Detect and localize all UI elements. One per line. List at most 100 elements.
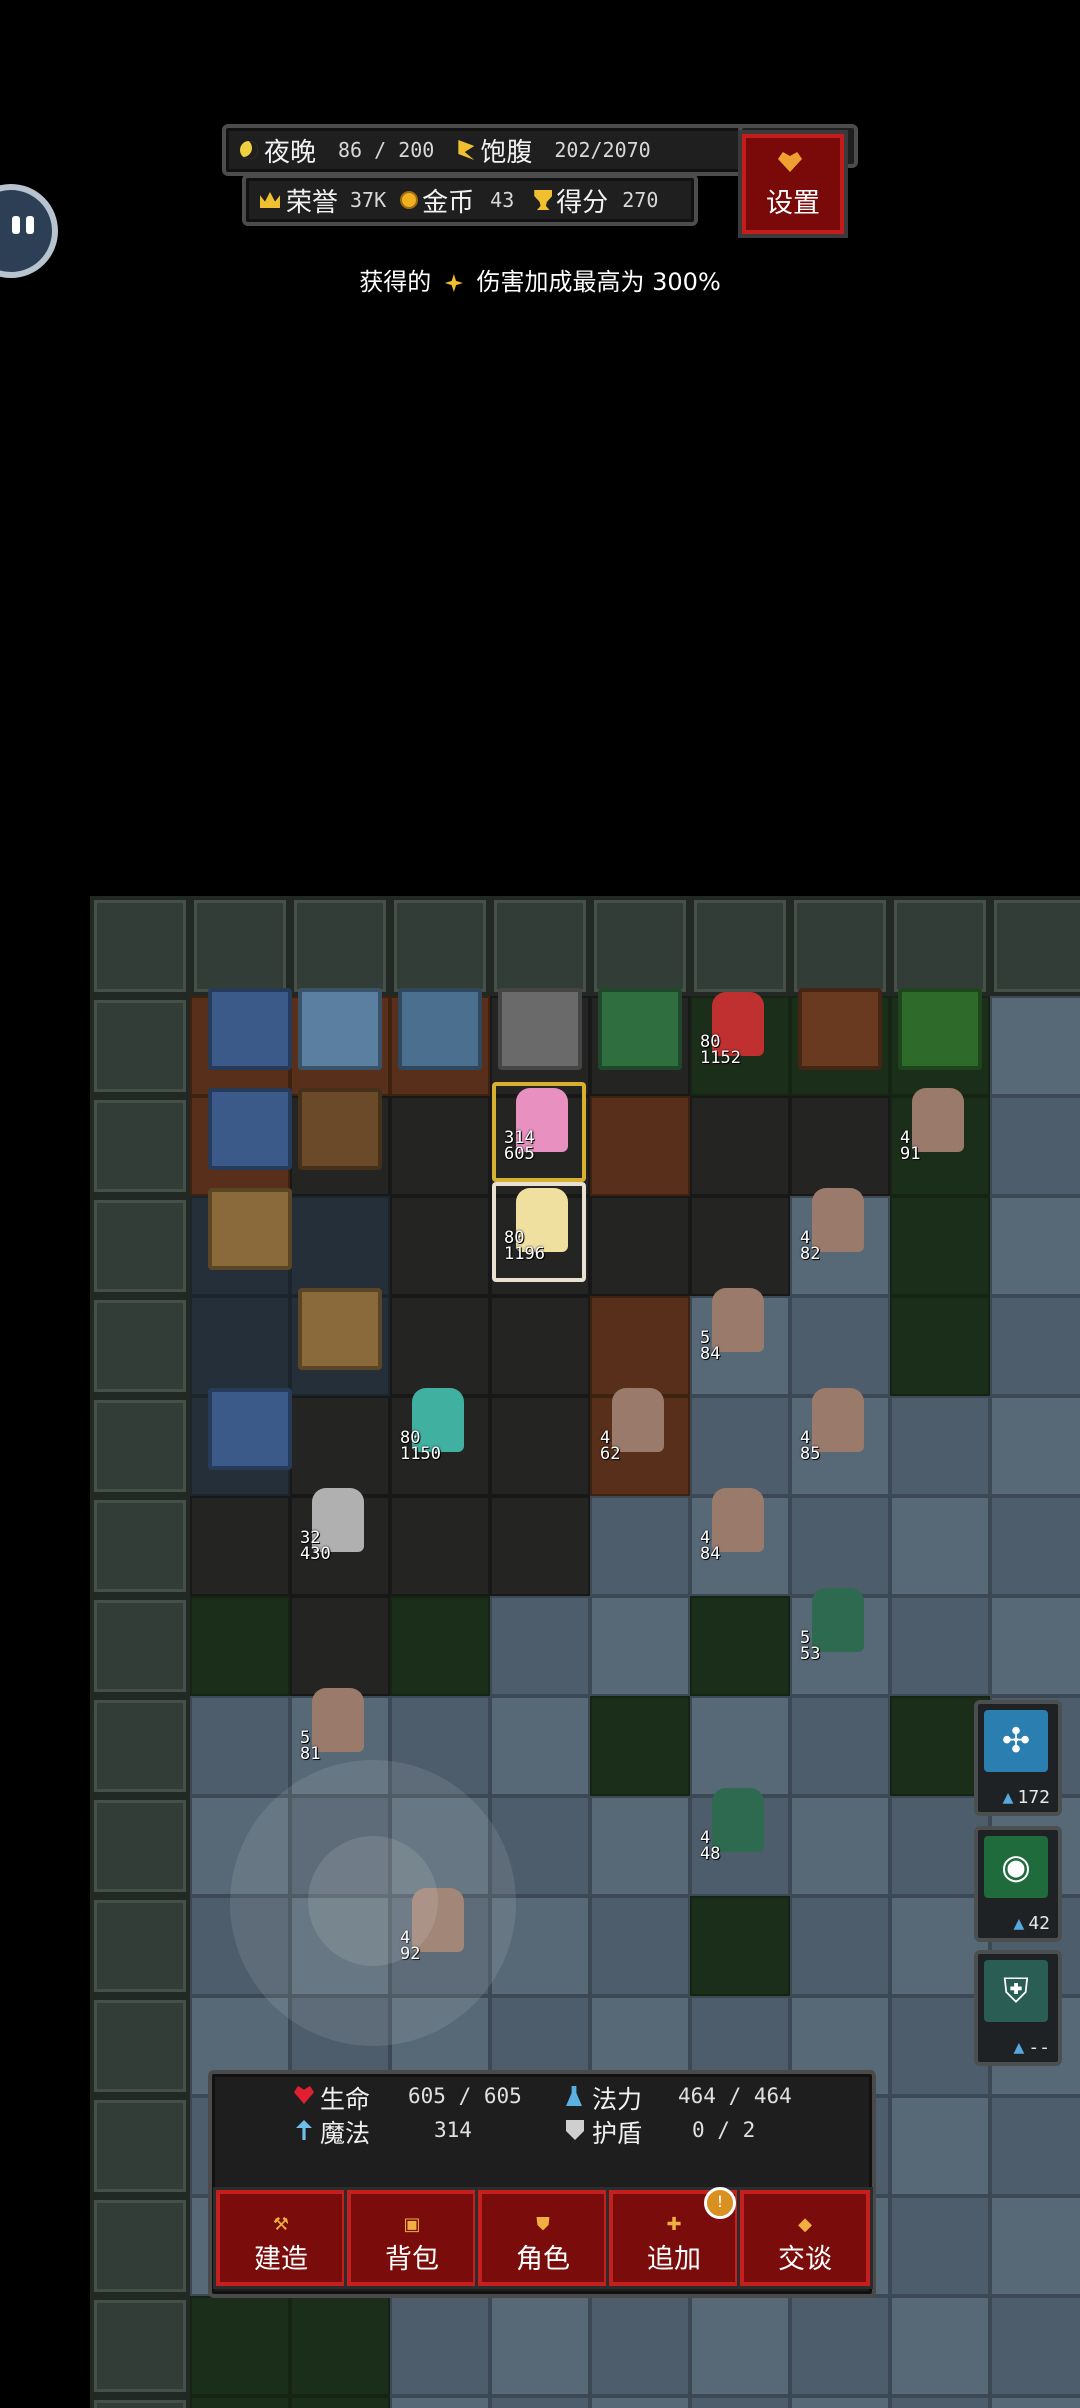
eye-statue[interactable] [208, 1188, 292, 1270]
chest-building[interactable] [298, 1088, 382, 1170]
skeleton-knight-5[interactable]: 4 85 [798, 1384, 878, 1474]
unit-stats: 4 84 [700, 1530, 720, 1563]
unit-health: 81 [300, 1744, 321, 1764]
gold-label: 金币 [422, 187, 475, 218]
map-tile-grass [190, 2296, 290, 2396]
map-tile-wall [290, 896, 390, 996]
skill-shield-button[interactable]: ⛨ ▲ -- [974, 1950, 1062, 2066]
map-tile-wall [390, 896, 490, 996]
pink-mage-hero[interactable]: 314 605 [502, 1084, 582, 1174]
character-label: 角色 [516, 2244, 570, 2275]
map-tile-stone [590, 1496, 690, 1596]
map-tile-wall [90, 1596, 190, 1696]
map-tile-wall [90, 1496, 190, 1596]
score-value: 270 [622, 188, 659, 212]
map-tile-stone [890, 2196, 990, 2296]
map-tile-stone [490, 1596, 590, 1696]
house-building-3[interactable] [208, 1388, 292, 1470]
map-tile-wall [90, 2096, 190, 2196]
map-tile-stone [390, 2296, 490, 2396]
plus-icon: ✚ [666, 2214, 682, 2235]
settings-button[interactable]: 设置 [742, 134, 844, 234]
map-tile-grass [690, 1896, 790, 1996]
eye-statue-2[interactable] [298, 1288, 382, 1370]
unit-stats: 4 91 [900, 1130, 920, 1163]
mp-value: 464 / 464 [678, 2084, 792, 2108]
map-tile-floor [190, 1496, 290, 1596]
teal-hair-ally[interactable]: 80 1150 [398, 1384, 478, 1474]
map-tile-wall [90, 1196, 190, 1296]
map-tile-floor [490, 1396, 590, 1496]
old-sage-ally[interactable]: 32 430 [298, 1484, 378, 1574]
virtual-joystick[interactable] [230, 1760, 516, 2046]
machine-building[interactable] [398, 988, 482, 1070]
map-tile-stone2 [590, 1796, 690, 1896]
map-tile-stone [790, 2296, 890, 2396]
map-tile-wall [90, 896, 190, 996]
map-tile-grass [890, 1196, 990, 1296]
character-button[interactable]: ⛊ 角色 [478, 2190, 608, 2286]
skeleton-knight-3[interactable]: 5 84 [698, 1284, 778, 1374]
map-tile-stone2 [490, 1696, 590, 1796]
crown-icon [260, 192, 280, 208]
skill-count: 172 [1017, 1787, 1050, 1808]
skeleton-knight-2[interactable]: 4 82 [798, 1184, 878, 1274]
map-tile-wall [490, 896, 590, 996]
unit-stats: 314 605 [504, 1130, 535, 1164]
score-label: 得分 [556, 187, 609, 218]
map-tile-stone2 [990, 1196, 1080, 1296]
fountain-building[interactable] [598, 988, 682, 1070]
wheat-icon [458, 140, 475, 160]
joystick-knob[interactable] [308, 1836, 438, 1966]
house-building[interactable] [208, 988, 292, 1070]
unit-health: 605 [504, 1144, 535, 1164]
map-tile-floor [690, 1196, 790, 1296]
angel-ally[interactable]: 80 1196 [502, 1184, 582, 1274]
red-hood-girl[interactable]: 80 1152 [698, 988, 778, 1078]
settings-label: 设置 [766, 188, 820, 219]
talk-button[interactable]: ◆ 交谈 [740, 2190, 870, 2286]
hp-value: 605 / 605 [408, 2084, 522, 2108]
zombie-1[interactable]: 5 53 [798, 1584, 878, 1674]
unit-health: 1196 [504, 1244, 545, 1264]
bag-label: 背包 [385, 2244, 439, 2275]
forge-building[interactable] [498, 988, 582, 1070]
map-tile-floor [390, 1096, 490, 1196]
unit-health: 430 [300, 1544, 331, 1564]
full-label: 饱腹 [480, 137, 533, 168]
unit-stats: 80 1196 [504, 1230, 545, 1264]
tower-building[interactable] [298, 988, 382, 1070]
map-tile-floor [590, 1196, 690, 1296]
map-tile-grass [890, 1296, 990, 1396]
zombie-2[interactable]: 4 48 [698, 1784, 778, 1874]
add-label: 追加 [647, 2244, 701, 2275]
unit-health: 1152 [700, 1048, 741, 1068]
notice-board[interactable] [798, 988, 882, 1070]
map-tile-wall [90, 1796, 190, 1896]
map-tile-stone2 [690, 2296, 790, 2396]
skeleton-knight-1[interactable]: 4 91 [898, 1084, 978, 1174]
map-tile-floor [290, 1596, 390, 1696]
bag-button[interactable]: ▣ 背包 [347, 2190, 477, 2286]
skeleton-knight-6[interactable]: 4 84 [698, 1484, 778, 1574]
map-tile-floor [490, 1296, 590, 1396]
map-tile-stone2 [790, 2396, 890, 2408]
skill-rune-button[interactable]: ✣ ▲ 172 [974, 1700, 1062, 1816]
build-button[interactable]: ⚒ 建造 [216, 2190, 346, 2286]
potion-icon: ▲ [1002, 1787, 1014, 1808]
full-value: 202/2070 [554, 138, 651, 162]
hud-top-bar: 夜晚 86 / 200 饱腹 202/2070 [222, 124, 750, 176]
night-label: 夜晚 [264, 137, 317, 168]
skeleton-knight-4[interactable]: 4 62 [598, 1384, 678, 1474]
unit-stats: 5 53 [800, 1630, 820, 1663]
coin-icon [400, 191, 419, 209]
map-tile-stone [990, 1296, 1080, 1396]
tree-building[interactable] [898, 988, 982, 1070]
map-tile-stone2 [890, 1496, 990, 1596]
rune-skill-icon: ✣ [984, 1710, 1048, 1772]
house-building-2[interactable] [208, 1088, 292, 1170]
skill-eye-button[interactable]: ◉ ▲ 42 [974, 1826, 1062, 1942]
bag-icon: ▣ [403, 2214, 421, 2235]
map-tile-floor [390, 1296, 490, 1396]
map-tile-stone2 [390, 2396, 490, 2408]
